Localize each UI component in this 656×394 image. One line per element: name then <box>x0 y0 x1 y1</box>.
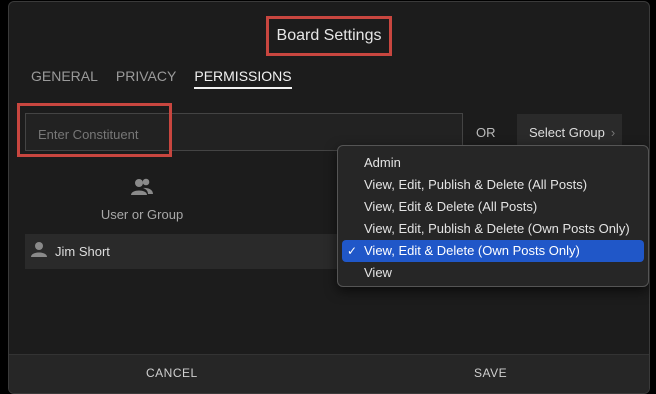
menu-item-view[interactable]: View <box>342 262 644 284</box>
tab-privacy[interactable]: PRIVACY <box>116 68 176 89</box>
menu-item-own-publish-delete[interactable]: View, Edit, Publish & Delete (Own Posts … <box>342 218 644 240</box>
menu-item-label: View, Edit & Delete (Own Posts Only) <box>364 243 580 258</box>
tab-permissions[interactable]: PERMISSIONS <box>194 68 292 89</box>
tab-bar: GENERAL PRIVACY PERMISSIONS <box>31 68 292 89</box>
user-icon <box>31 241 47 262</box>
chevron-right-icon: › <box>610 125 616 140</box>
user-name: Jim Short <box>55 244 110 259</box>
permission-dropdown-menu: Admin View, Edit, Publish & Delete (All … <box>337 145 649 287</box>
tab-general[interactable]: GENERAL <box>31 68 98 89</box>
dialog-title: Board Settings <box>276 27 382 44</box>
menu-item-all-edit-delete[interactable]: View, Edit & Delete (All Posts) <box>342 196 644 218</box>
user-or-group-header: User or Group <box>87 178 197 222</box>
save-button[interactable]: SAVE <box>474 366 507 380</box>
select-group-label: Select Group <box>529 125 605 140</box>
menu-item-label: View, Edit & Delete (All Posts) <box>364 199 538 214</box>
user-or-group-label: User or Group <box>100 207 184 222</box>
menu-item-label: View <box>364 265 392 280</box>
menu-item-all-publish-delete[interactable]: View, Edit, Publish & Delete (All Posts) <box>342 174 644 196</box>
menu-item-label: Admin <box>364 155 401 170</box>
menu-item-label: View, Edit, Publish & Delete (Own Posts … <box>364 221 630 236</box>
constituent-input[interactable] <box>36 122 440 146</box>
title-highlight: Board Settings <box>266 16 392 56</box>
menu-item-admin[interactable]: Admin <box>342 152 644 174</box>
menu-item-label: View, Edit, Publish & Delete (All Posts) <box>364 177 588 192</box>
or-label: OR <box>476 125 496 140</box>
checkmark-icon: ✓ <box>347 244 358 258</box>
menu-item-own-edit-delete[interactable]: ✓ View, Edit & Delete (Own Posts Only) <box>342 240 644 262</box>
user-row[interactable]: Jim Short <box>25 234 355 269</box>
users-icon <box>131 178 153 200</box>
dialog-footer: CANCEL SAVE <box>9 354 649 393</box>
cancel-button[interactable]: CANCEL <box>146 366 198 380</box>
